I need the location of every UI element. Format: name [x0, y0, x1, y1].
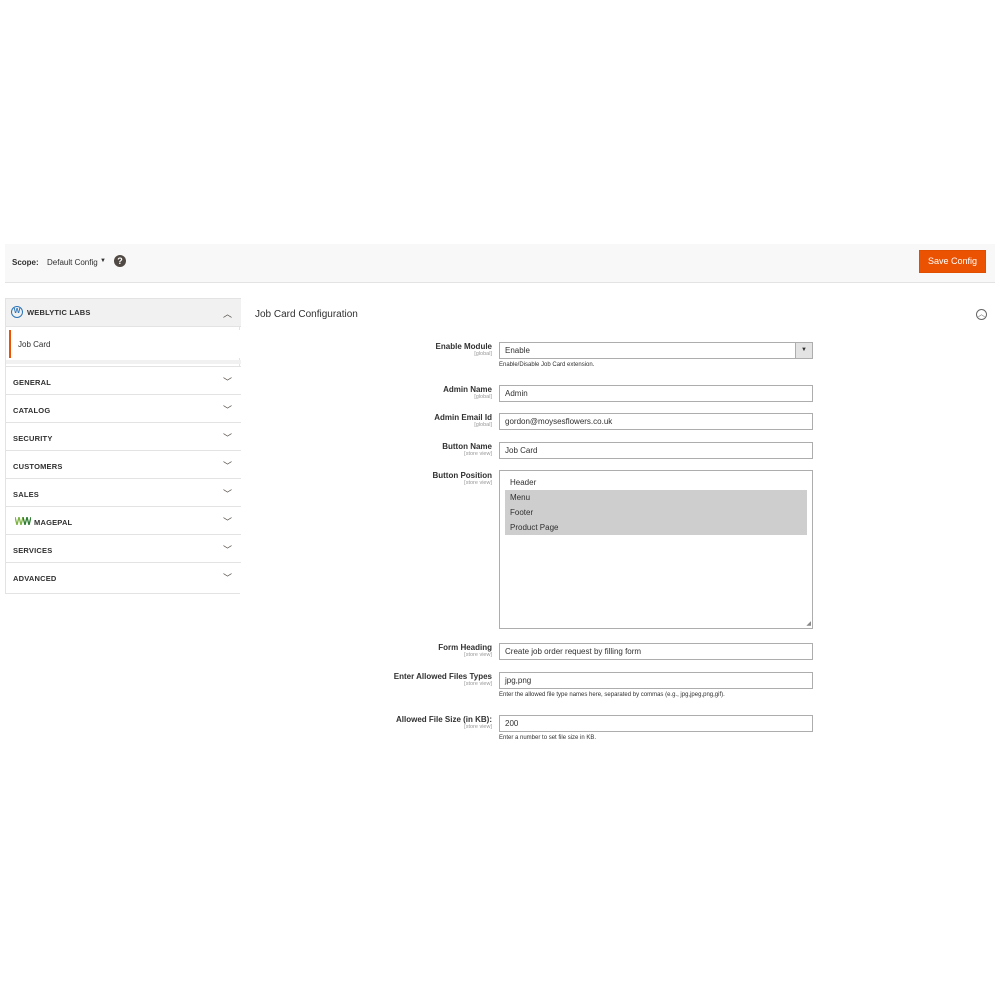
chevron-down-icon: ﹀: [222, 377, 232, 387]
field-label-form-heading: Form Heading: [438, 643, 492, 652]
sidebar-section-catalog[interactable]: CATALOG ﹀: [6, 394, 241, 422]
option-footer[interactable]: Footer: [505, 505, 807, 520]
caret-down-icon: ▼: [795, 343, 812, 358]
sidebar-section-title: GENERAL: [13, 378, 52, 387]
chevron-down-icon: ﹀: [222, 461, 232, 471]
form-heading-input[interactable]: Create job order request by filling form: [499, 643, 813, 660]
sidebar-item-label: Job Card: [18, 340, 51, 349]
field-label-admin-name: Admin Name: [443, 385, 492, 394]
field-label-enable-module: Enable Module: [435, 342, 492, 351]
field-scope-note: [store view]: [464, 451, 492, 457]
field-scope-note: [store view]: [464, 652, 492, 658]
scope-label: Scope:: [12, 258, 39, 267]
select-value: Enable: [505, 346, 530, 355]
field-note: Enter the allowed file type names here, …: [499, 692, 725, 698]
sidebar-section-magepal[interactable]: MAGEPAL ﹀: [6, 506, 241, 534]
field-scope-note: [store view]: [464, 681, 492, 687]
file-size-input[interactable]: 200: [499, 715, 813, 732]
sidebar-item-job-card[interactable]: Job Card: [9, 330, 241, 358]
sidebar-section-customers[interactable]: CUSTOMERS ﹀: [6, 450, 241, 478]
sidebar-section-title: MAGEPAL: [34, 518, 73, 527]
chevron-down-icon: ﹀: [222, 517, 232, 527]
sidebar-section-services[interactable]: SERVICES ﹀: [6, 534, 241, 562]
chevron-down-icon: ﹀: [222, 433, 232, 443]
resize-handle-icon[interactable]: ◢: [806, 620, 811, 627]
field-label-allowed-types: Enter Allowed Files Types: [393, 672, 492, 681]
field-label-button-name: Button Name: [442, 442, 492, 451]
field-note: Enter a number to set file size in KB.: [499, 735, 597, 741]
sidebar-section-general[interactable]: GENERAL ﹀: [6, 366, 241, 394]
weblytic-logo-icon: W: [11, 306, 23, 318]
sidebar-section-title: SERVICES: [13, 546, 53, 555]
option-menu[interactable]: Menu: [505, 490, 807, 505]
sidebar-section-advanced[interactable]: ADVANCED ﹀: [6, 562, 241, 593]
sidebar-section-title: CATALOG: [13, 406, 51, 415]
sidebar-section-title: ADVANCED: [13, 574, 57, 583]
magepal-logo-icon: [15, 517, 31, 525]
sidebar-section-security[interactable]: SECURITY ﹀: [6, 422, 241, 450]
save-config-button[interactable]: Save Config: [919, 250, 986, 273]
field-scope-note: [global]: [474, 422, 492, 428]
help-icon[interactable]: ?: [114, 255, 126, 267]
button-position-multiselect[interactable]: Header Menu Footer Product Page ◢: [499, 470, 813, 629]
chevron-down-icon: ﹀: [222, 405, 232, 415]
collapse-icon[interactable]: ︿: [976, 309, 987, 320]
field-label-button-position: Button Position: [432, 471, 492, 480]
button-name-input[interactable]: Job Card: [499, 442, 813, 459]
sidebar-section-title: SALES: [13, 490, 40, 499]
admin-name-input[interactable]: Admin: [499, 385, 813, 402]
field-scope-note: [store view]: [464, 724, 492, 730]
sidebar-section-sales[interactable]: SALES ﹀: [6, 478, 241, 506]
sidebar-section-title: SECURITY: [13, 434, 53, 443]
enable-module-select[interactable]: Enable ▼: [499, 342, 813, 359]
sidebar-tab-title: WEBLYTIC LABS: [27, 308, 91, 317]
field-label-admin-email: Admin Email Id: [434, 413, 492, 422]
field-scope-note: [global]: [474, 394, 492, 400]
chevron-up-icon: ︿: [222, 309, 232, 319]
allowed-types-input[interactable]: jpg,png: [499, 672, 813, 689]
field-scope-note: [store view]: [464, 480, 492, 486]
scope-switcher[interactable]: Default Config: [47, 258, 98, 267]
section-title[interactable]: Job Card Configuration: [255, 309, 358, 320]
scope-bar: Scope: Default Config ▼ ? Save Config: [5, 244, 995, 283]
chevron-down-icon: ﹀: [222, 545, 232, 555]
sidebar-section-title: CUSTOMERS: [13, 462, 63, 471]
chevron-down-icon: ﹀: [222, 489, 232, 499]
field-label-file-size: Allowed File Size (in KB):: [395, 715, 492, 724]
option-product-page[interactable]: Product Page: [505, 520, 807, 535]
chevron-down-icon: ﹀: [222, 573, 232, 583]
config-sidebar: W WEBLYTIC LABS ︿ Job Card GENERAL ﹀ CAT…: [5, 298, 241, 594]
admin-email-input[interactable]: gordon@moysesflowers.co.uk: [499, 413, 813, 430]
caret-down-icon[interactable]: ▼: [100, 258, 106, 264]
option-header[interactable]: Header: [505, 475, 807, 490]
field-scope-note: [global]: [474, 351, 492, 357]
sidebar-tab-weblytic-labs[interactable]: W WEBLYTIC LABS ︿: [6, 298, 241, 327]
field-note: Enable/Disable Job Card extension.: [499, 362, 595, 368]
sidebar-divider: [6, 360, 241, 364]
